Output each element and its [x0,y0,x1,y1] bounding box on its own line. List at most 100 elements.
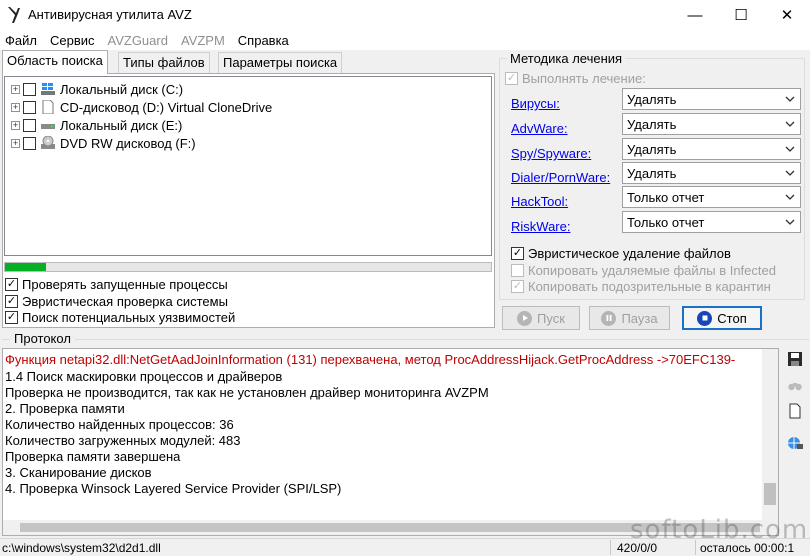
tab-search-area[interactable]: Область поиска [2,50,108,74]
protocol-title: Протокол [10,331,75,346]
treatment-group-title: Методика лечения [507,51,626,66]
stop-button-label: Стоп [717,310,747,326]
pause-icon [601,310,617,326]
expand-icon[interactable]: + [11,102,20,112]
find-log-button[interactable] [784,374,806,396]
log-line: Количество загруженных модулей: 483 [5,433,241,448]
menu-avzguard[interactable]: AVZGuard [108,33,175,48]
menu-service[interactable]: Сервис [50,33,102,48]
maximize-button[interactable]: ☐ [718,0,764,30]
select-viruses[interactable]: Удалять [622,88,801,110]
protocol-group [2,339,809,340]
link-viruses[interactable]: Вирусы: [511,96,560,111]
network-log-button[interactable] [784,432,806,454]
link-advware[interactable]: AdvWare: [511,121,568,136]
checkbox[interactable] [23,100,36,114]
start-button[interactable]: Пуск [502,306,580,330]
option-label: Эвристическая проверка системы [22,294,228,309]
tree-item-drive-f[interactable]: + DVD RW дисковод (F:) [11,134,196,152]
page-icon [789,403,801,419]
expand-icon[interactable]: + [11,138,20,148]
checkbox[interactable]: ✓ [505,72,518,85]
new-log-button[interactable] [784,400,806,422]
log-line: 4. Проверка Winsock Layered Service Prov… [5,481,342,496]
option-vulnerability-search[interactable]: ✓ Поиск потенциальных уязвимостей [5,310,235,325]
option-copy-infected[interactable]: Копировать удаляемые файлы в Infected [511,263,776,278]
link-dialer[interactable]: Dialer/PornWare: [511,170,610,185]
avz-app-icon [8,7,20,23]
select-spyware[interactable]: Удалять [622,138,801,160]
link-riskware[interactable]: RiskWare: [511,219,570,234]
chevron-down-icon [785,194,795,200]
stop-button[interactable]: Стоп [682,306,762,330]
log-line: Функция netapi32.dll:NetGetAadJoinInform… [5,352,736,367]
checkbox[interactable] [23,118,36,132]
checkbox[interactable]: ✓ [5,278,18,291]
start-button-label: Пуск [537,310,565,326]
select-riskware[interactable]: Только отчет [622,211,801,233]
select-dialer[interactable]: Удалять [622,162,801,184]
checkbox[interactable] [23,82,36,96]
chevron-down-icon [785,96,795,102]
floppy-icon [788,352,802,366]
tree-item-drive-c[interactable]: + Локальный диск (C:) [11,80,183,98]
expand-icon[interactable]: + [11,84,20,94]
scan-progress-bar [4,262,492,272]
hard-drive-icon [41,124,55,129]
minimize-button[interactable]: — [672,0,718,30]
option-label: Эвристическое удаление файлов [528,246,731,261]
drive-label: CD-дисковод (D:) Virtual CloneDrive [60,99,273,115]
tab-file-types[interactable]: Типы файлов [118,52,210,73]
play-icon [517,310,533,326]
drive-label: Локальный диск (C:) [60,81,184,97]
option-check-processes[interactable]: ✓ Проверять запущенные процессы [5,277,228,292]
tree-item-drive-e[interactable]: + Локальный диск (E:) [11,116,182,134]
select-value: Только отчет [627,214,705,230]
log-line: 3. Сканирование дисков [5,465,152,480]
checkbox[interactable]: ✓ [5,295,18,308]
option-heuristic-check[interactable]: ✓ Эвристическая проверка системы [5,294,228,309]
drive-label: DVD RW дисковод (F:) [60,135,196,151]
log-line: 2. Проверка памяти [5,401,125,416]
dvd-drive-icon [41,136,55,149]
option-label: Копировать удаляемые файлы в Infected [528,263,776,278]
log-line: Проверка не производится, так как не уст… [5,385,489,400]
chevron-down-icon [785,170,795,176]
log-vertical-scroll-thumb[interactable] [764,483,776,505]
close-button[interactable]: ✕ [764,0,810,30]
link-hacktool[interactable]: HackTool: [511,194,568,209]
menu-file[interactable]: Файл [5,33,44,48]
option-label: Проверять запущенные процессы [22,277,228,292]
chevron-down-icon [785,121,795,127]
checkbox[interactable]: ✓ [511,247,524,260]
checkbox[interactable] [511,264,524,277]
menu-bar: Файл Сервис AVZGuard AVZPM Справка [0,30,810,50]
select-value: Удалять [627,116,677,132]
checkbox[interactable]: ✓ [511,280,524,293]
save-log-button[interactable] [784,348,806,370]
status-divider [610,540,611,555]
link-spyware[interactable]: Spy/Spyware: [511,146,591,161]
menu-help[interactable]: Справка [238,33,296,48]
file-icon [42,100,54,114]
tree-item-drive-d[interactable]: + CD-дисковод (D:) Virtual CloneDrive [11,98,272,116]
menu-avzpm[interactable]: AVZPM [181,33,232,48]
option-label: Выполнять лечение: [522,71,646,86]
binoculars-icon [788,383,802,391]
checkbox[interactable]: ✓ [5,311,18,324]
select-value: Удалять [627,165,677,181]
protocol-log: Функция netapi32.dll:NetGetAadJoinInform… [2,348,779,536]
checkbox[interactable] [23,136,36,150]
option-copy-quarantine[interactable]: ✓ Копировать подозрительные в карантин [511,279,771,294]
select-value: Удалять [627,141,677,157]
option-heuristic-delete[interactable]: ✓ Эвристическое удаление файлов [511,246,731,261]
select-hacktool[interactable]: Только отчет [622,186,801,208]
tab-search-params[interactable]: Параметры поиска [218,52,343,73]
select-value: Удалять [627,91,677,107]
select-advware[interactable]: Удалять [622,113,801,135]
pause-button[interactable]: Пауза [589,306,670,330]
watermark: softoLib.com [630,515,809,545]
select-value: Только отчет [627,189,705,205]
expand-icon[interactable]: + [11,120,20,130]
perform-treatment-option[interactable]: ✓ Выполнять лечение: [505,71,646,86]
